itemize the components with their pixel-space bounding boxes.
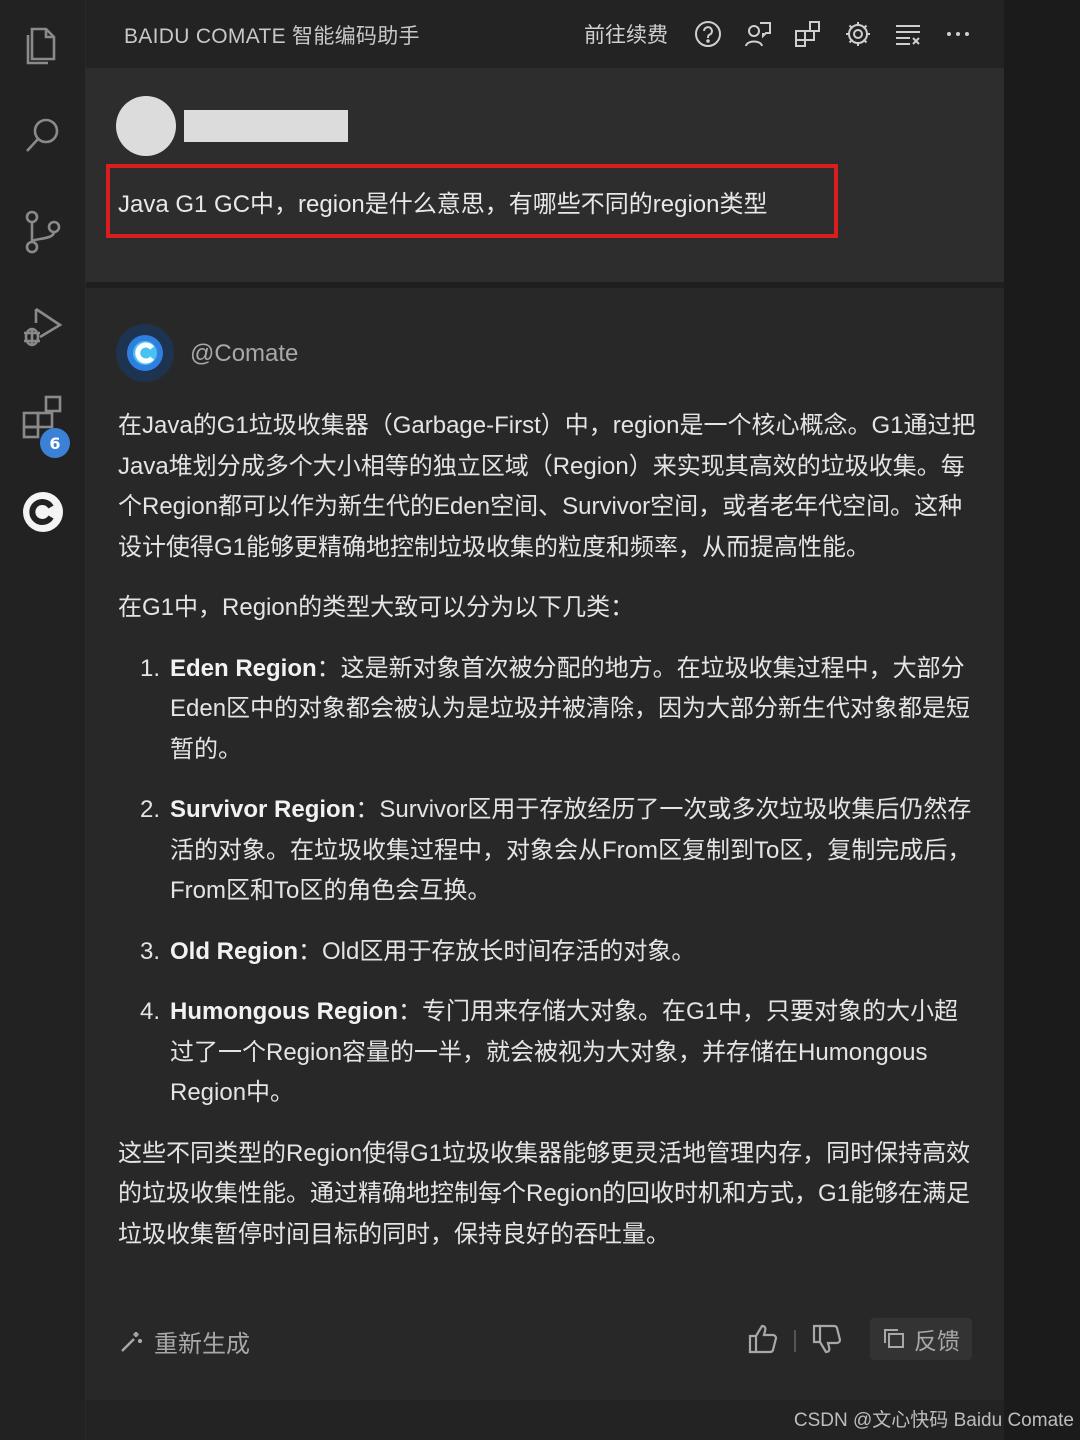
source-control-button[interactable]: [0, 192, 86, 272]
app-window: 6 BAIDU COMATE 智能编码助手 前往续费 Java G1 GC中，r…: [0, 0, 1080, 1440]
gear-icon: [846, 22, 870, 46]
list-item: 2. Survivor Region：Survivor区用于存放经历了一次或多次…: [140, 796, 972, 904]
run-debug-button[interactable]: [0, 286, 86, 366]
explorer-button[interactable]: [0, 4, 86, 84]
magic-wand-icon: [121, 1331, 142, 1352]
comate-icon: [23, 492, 63, 532]
help-button[interactable]: [692, 18, 724, 50]
feedback-label: 反馈: [914, 1328, 960, 1354]
list-item: 3. Old Region：Old区用于存放长时间存活的对象。: [140, 937, 696, 965]
panel-header: BAIDU COMATE 智能编码助手 前往续费: [86, 0, 1004, 68]
comate-panel: BAIDU COMATE 智能编码助手 前往续费 Java G1 GC中，reg…: [86, 0, 1004, 1440]
user-name-redacted: [184, 110, 348, 142]
like-button[interactable]: [746, 1322, 782, 1358]
regenerate-label: 重新生成: [154, 1331, 250, 1358]
renew-link[interactable]: 前往续费: [584, 19, 668, 49]
layout-button[interactable]: [792, 18, 824, 50]
history-button[interactable]: [892, 18, 924, 50]
more-icon: [947, 32, 969, 36]
answer-actions: 重新生成 反馈: [86, 1312, 1004, 1372]
user-question: Java G1 GC中，region是什么意思，有哪些不同的region类型: [118, 191, 768, 218]
help-icon: [695, 21, 721, 47]
source-control-icon: [25, 210, 61, 254]
comate-logo-icon: [127, 335, 163, 371]
answer-intro: 在Java的G1垃圾收集器（Garbage-First）中，region是一个核…: [118, 412, 976, 561]
run-debug-icon: [24, 307, 63, 347]
action-separator: [794, 1330, 796, 1352]
answer-body: 在Java的G1垃圾收集器（Garbage-First）中，region是一个核…: [118, 406, 976, 1275]
thumbs-up-icon: [748, 1324, 778, 1354]
dislike-button[interactable]: [810, 1322, 846, 1358]
extensions-badge: 6: [40, 428, 70, 458]
search-icon: [26, 118, 59, 152]
settings-button[interactable]: [842, 18, 874, 50]
panel-title: BAIDU COMATE 智能编码助手: [124, 25, 420, 48]
list-icon: [896, 25, 920, 45]
thumbs-down-icon: [812, 1324, 842, 1354]
chat-user-button[interactable]: [742, 18, 774, 50]
list-item-term: Eden Region: [170, 654, 317, 682]
list-item-term: Humongous Region: [170, 998, 398, 1025]
watermark: CSDN @文心快码 Baidu Comate: [793, 1410, 1074, 1431]
regenerate-button[interactable]: 重新生成: [118, 1324, 250, 1359]
extensions-button[interactable]: 6: [0, 378, 86, 458]
more-button[interactable]: [942, 18, 974, 50]
user-message: Java G1 GC中，region是什么意思，有哪些不同的region类型: [86, 68, 1004, 282]
editor-edge: [1004, 0, 1080, 1440]
list-item: 1. Eden Region：这是新对象首次被分配的地方。在垃圾收集过程中，大部…: [140, 654, 971, 763]
list-intro: 在G1中，Region的类型大致可以分为以下几类：: [118, 594, 635, 621]
assistant-name: @Comate: [190, 340, 299, 367]
feedback-button[interactable]: 反馈: [870, 1318, 972, 1360]
answer-conclusion: 这些不同类型的Region使得G1垃圾收集器能够更灵活地管理内存，同时保持高效的…: [118, 1139, 971, 1248]
header-actions: 前往续费: [584, 10, 974, 58]
list-item-desc: ：Old区用于存放长时间存活的对象。: [298, 937, 696, 965]
comate-button[interactable]: [0, 472, 86, 552]
files-icon: [26, 27, 56, 65]
comate-avatar: [116, 324, 174, 382]
chat-user-icon: [745, 22, 771, 47]
copy-feedback-icon: [884, 1329, 904, 1348]
activity-bar: 6: [0, 0, 86, 1440]
layout-icon: [795, 21, 820, 47]
list-item-term: Old Region: [170, 937, 298, 965]
list-item-term: Survivor Region: [170, 796, 356, 823]
region-type-list: 1. Eden Region：这是新对象首次被分配的地方。在垃圾收集过程中，大部…: [118, 649, 976, 1114]
search-button[interactable]: [0, 96, 86, 176]
assistant-message: @Comate 在Java的G1垃圾收集器（Garbage-First）中，re…: [86, 288, 1004, 1400]
list-item: 4. Humongous Region：专门用来存储大对象。在G1中，只要对象的…: [140, 998, 958, 1106]
user-avatar: [116, 96, 176, 156]
